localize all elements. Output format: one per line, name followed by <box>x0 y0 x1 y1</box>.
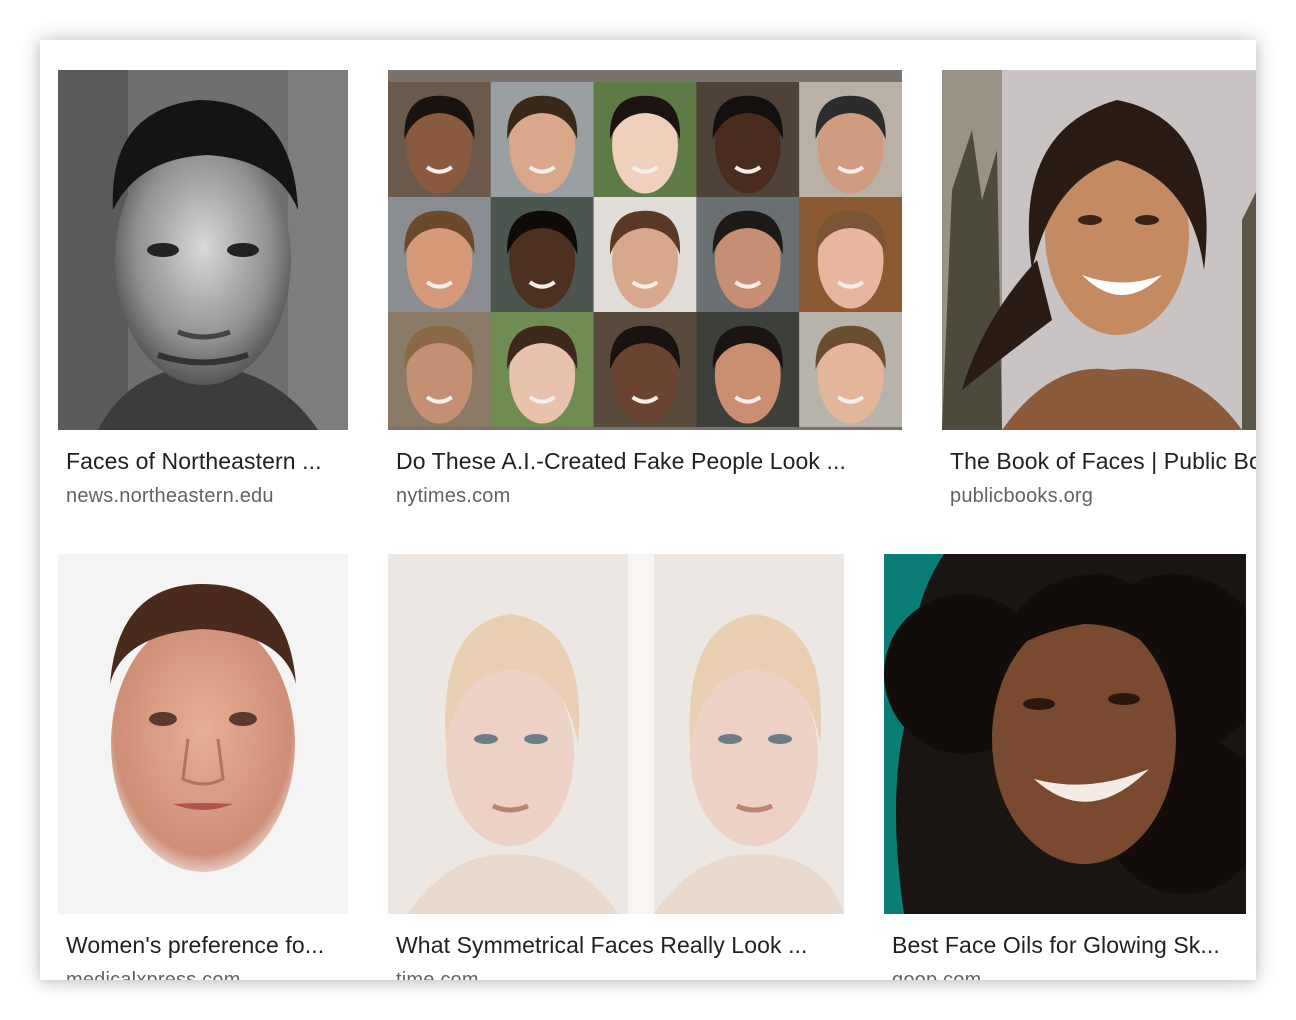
face-tile <box>696 197 800 312</box>
image-results-panel: Faces of Northeastern ... news.northeast… <box>40 40 1256 980</box>
result-thumbnail[interactable] <box>58 70 348 430</box>
result-thumbnail[interactable] <box>58 554 348 914</box>
face-tile <box>696 312 800 427</box>
face-tile <box>593 197 697 312</box>
face-tile <box>388 312 491 427</box>
image-result-card[interactable]: Best Face Oils for Glowing Sk... goop.co… <box>884 554 1246 980</box>
result-title[interactable]: Do These A.I.-Created Fake People Look .… <box>396 448 902 475</box>
face-tile <box>490 197 594 312</box>
result-source[interactable]: time.com <box>396 969 844 980</box>
image-result-card[interactable]: Do These A.I.-Created Fake People Look .… <box>388 70 902 507</box>
result-source[interactable]: goop.com <box>892 969 1246 980</box>
result-thumbnail[interactable] <box>942 70 1256 430</box>
result-title[interactable]: Faces of Northeastern ... <box>66 448 348 475</box>
result-thumbnail[interactable] <box>884 554 1246 914</box>
face-tile <box>799 197 902 312</box>
image-result-card[interactable]: What Symmetrical Faces Really Look ... t… <box>388 554 844 980</box>
result-source[interactable]: news.northeastern.edu <box>66 485 348 508</box>
face-tile <box>490 82 594 197</box>
result-thumbnail[interactable] <box>388 554 844 914</box>
face-tile <box>799 82 902 197</box>
face-tile <box>593 82 697 197</box>
result-title[interactable]: Women's preference fo... <box>66 932 348 959</box>
face-tile <box>696 82 800 197</box>
result-source[interactable]: nytimes.com <box>396 485 902 508</box>
result-title[interactable]: Best Face Oils for Glowing Sk... <box>892 932 1246 959</box>
image-result-card[interactable]: Faces of Northeastern ... news.northeast… <box>58 70 348 507</box>
result-title[interactable]: The Book of Faces | Public Books <box>950 448 1256 475</box>
image-result-card[interactable]: The Book of Faces | Public Books publicb… <box>942 70 1256 507</box>
face-tile <box>593 312 697 427</box>
face-tile <box>490 312 594 427</box>
result-source[interactable]: medicalxpress.com <box>66 969 348 980</box>
result-title[interactable]: What Symmetrical Faces Really Look ... <box>396 932 844 959</box>
face-tile <box>388 82 491 197</box>
image-result-card[interactable]: Women's preference fo... medicalxpress.c… <box>58 554 348 980</box>
face-tile <box>799 312 902 427</box>
result-thumbnail[interactable] <box>388 70 902 430</box>
face-tile <box>388 197 491 312</box>
result-source[interactable]: publicbooks.org <box>950 485 1256 508</box>
